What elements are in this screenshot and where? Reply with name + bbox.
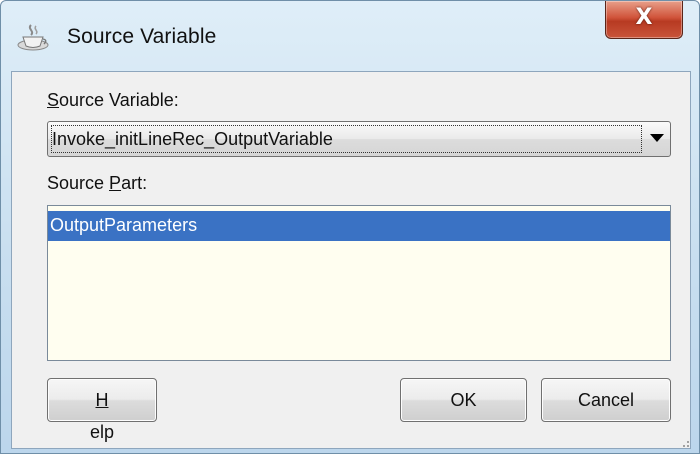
- source-variable-value: Invoke_initLineRec_OutputVariable: [52, 129, 333, 149]
- source-variable-dropdown[interactable]: Invoke_initLineRec_OutputVariable: [47, 121, 671, 157]
- help-mnemonic: H: [95, 390, 109, 410]
- source-variable-label-text: ource Variable:: [59, 90, 179, 110]
- list-item-output-parameters[interactable]: OutputParameters: [48, 211, 670, 241]
- coffee-cup-icon: [17, 24, 49, 51]
- source-variable-label: Source Variable:: [47, 90, 179, 111]
- source-variable-dialog: Source Variable X Source Variable: Invok…: [0, 0, 700, 454]
- title-bar[interactable]: Source Variable X: [1, 1, 699, 71]
- source-part-label-after: art:: [121, 173, 148, 193]
- resize-grip-icon[interactable]: [678, 436, 690, 448]
- close-icon: X: [635, 5, 653, 30]
- source-part-mnemonic: P: [109, 173, 122, 193]
- help-button[interactable]: Help: [47, 378, 157, 442]
- window-title: Source Variable: [67, 25, 217, 48]
- source-part-list[interactable]: OutputParameters: [47, 205, 671, 361]
- source-variable-mnemonic: S: [47, 90, 60, 110]
- help-label-text: elp: [89, 422, 115, 442]
- close-button[interactable]: X: [605, 1, 683, 39]
- cancel-button[interactable]: Cancel: [541, 378, 671, 422]
- cancel-button-label: Cancel: [577, 390, 635, 410]
- ok-button-label: OK: [450, 390, 477, 410]
- list-item-label: OutputParameters: [50, 215, 198, 235]
- help-button-label: Help: [48, 390, 156, 443]
- chevron-down-icon[interactable]: [650, 134, 664, 142]
- source-part-label-before: Source: [47, 173, 110, 193]
- ok-button[interactable]: OK: [400, 378, 527, 422]
- source-part-label: Source Part:: [47, 173, 147, 194]
- dialog-content: Source Variable: Invoke_initLineRec_Outp…: [11, 71, 691, 449]
